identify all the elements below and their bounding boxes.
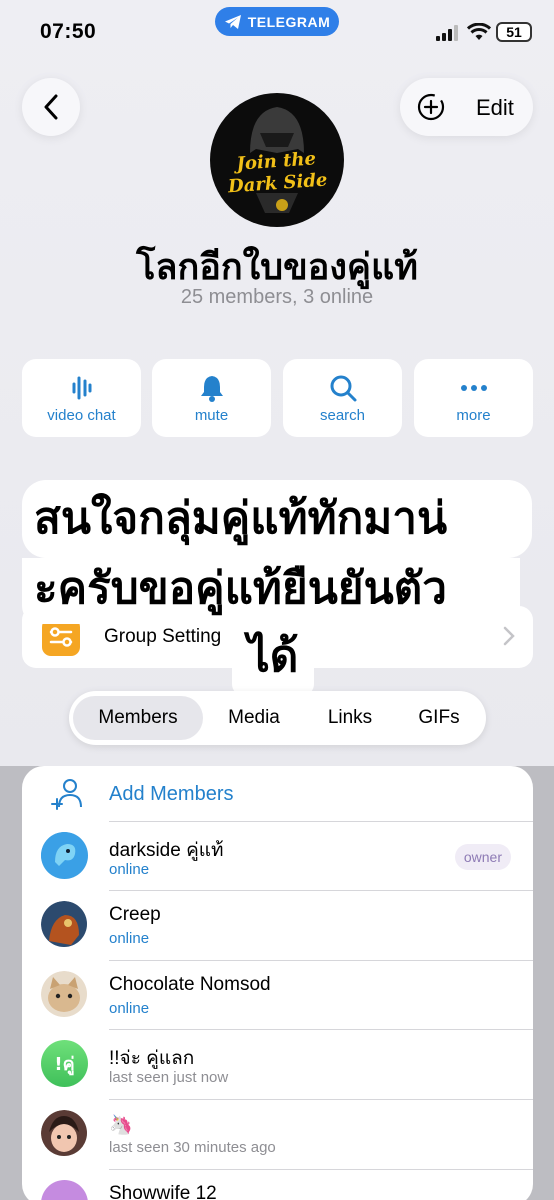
edit-group: Edit (400, 78, 533, 136)
member-status: last seen 30 minutes ago (109, 1139, 276, 1156)
member-row[interactable]: Chocolate Nomsod online (22, 960, 533, 1030)
action-bar: video chat mute search more (22, 359, 533, 437)
divider (109, 821, 533, 822)
avatar (41, 1110, 88, 1157)
telegram-pill-label: TELEGRAM (247, 13, 331, 30)
tab-links[interactable]: Links (305, 696, 395, 740)
member-row[interactable]: darkside คู่แท้ online owner (22, 821, 533, 891)
mute-label: mute (194, 407, 229, 424)
add-person-icon (51, 779, 82, 810)
bell-icon (200, 376, 223, 402)
media-tabs: Members Media Links GIFs (69, 691, 486, 745)
member-name: Showwife 12 (109, 1183, 217, 1200)
back-button[interactable] (22, 78, 80, 136)
search-icon (330, 375, 356, 402)
divider (109, 1099, 533, 1100)
avatar (41, 832, 88, 879)
group-avatar[interactable]: Join the Dark Side (210, 93, 344, 227)
avatar: !คู่ (41, 1040, 88, 1087)
signal-icon (436, 25, 458, 41)
avatar (41, 1180, 88, 1200)
divider (109, 960, 533, 961)
member-name: Creep (109, 904, 161, 925)
add-members-row[interactable]: Add Members (22, 766, 533, 821)
tab-media[interactable]: Media (209, 696, 299, 740)
member-status: online (109, 861, 150, 878)
wifi-icon (467, 23, 491, 40)
avatar (41, 971, 88, 1018)
member-name: 🦄 (109, 1115, 133, 1136)
member-row[interactable]: 🦄 last seen 30 minutes ago (22, 1099, 533, 1169)
more-icon (460, 385, 487, 391)
member-row[interactable]: Showwife 12 (22, 1169, 533, 1200)
owner-badge: owner (454, 844, 511, 870)
overlay-caption-line2: ะครับขอคู่แท้ยืนยันตัว (22, 558, 520, 624)
member-status: online (109, 930, 150, 947)
mute-button[interactable]: mute (152, 359, 271, 437)
member-row[interactable]: !คู่ !!จ่ะ คู่แลก last seen just now (22, 1029, 533, 1099)
telegram-plane-icon (224, 14, 241, 29)
member-status: online (109, 1000, 150, 1017)
chevron-right-icon (503, 626, 515, 646)
overlay-caption-line1: สนใจกลุ่มคู่แท้ทักมาน่ (22, 480, 532, 558)
waveform-icon (72, 376, 91, 400)
status-icons: 51 (436, 22, 532, 44)
more-label: more (456, 407, 491, 424)
avatar (41, 901, 88, 948)
divider (109, 1169, 533, 1170)
chevron-left-icon (44, 94, 58, 120)
overlay-caption-line3: ได้ (232, 624, 314, 696)
divider (109, 1029, 533, 1030)
member-status: last seen just now (109, 1069, 229, 1086)
member-count: 25 members, 3 online (180, 286, 374, 308)
member-row[interactable]: Creep online (22, 890, 533, 960)
group-settings-label: Group Setting (104, 626, 222, 647)
add-story-icon[interactable] (416, 92, 446, 122)
battery-icon: 51 (496, 22, 532, 42)
status-time: 07:50 (40, 20, 97, 43)
tab-gifs[interactable]: GIFs (399, 696, 479, 740)
more-button[interactable]: more (414, 359, 533, 437)
member-name: Chocolate Nomsod (109, 974, 271, 995)
members-list: Add Members darkside คู่แท้ online owner… (22, 766, 533, 1200)
tab-members[interactable]: Members (73, 696, 203, 740)
telegram-pill[interactable]: TELEGRAM (215, 7, 339, 36)
avatar-caption: Join the Dark Side (210, 146, 344, 199)
search-label: search (319, 407, 366, 424)
search-button[interactable]: search (283, 359, 402, 437)
add-members-label: Add Members (109, 783, 234, 805)
video-chat-label: video chat (47, 407, 116, 424)
divider (109, 890, 533, 891)
edit-button[interactable]: Edit (476, 95, 514, 121)
avatar-initials: !คู่ (54, 1054, 75, 1075)
video-chat-button[interactable]: video chat (22, 359, 141, 437)
